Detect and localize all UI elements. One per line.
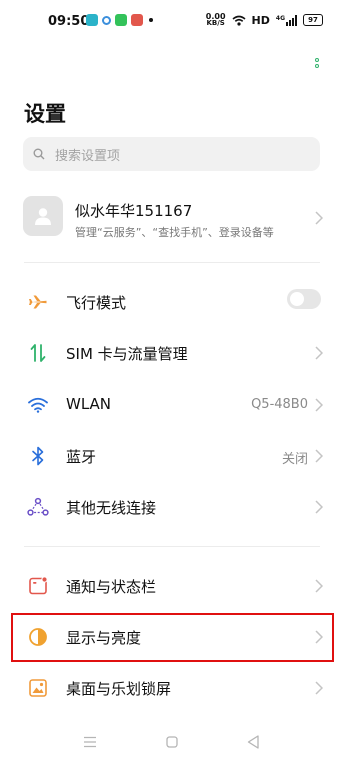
- notification-icon: [26, 574, 50, 598]
- chevron-right-icon: [315, 449, 323, 463]
- display-brightness-label: 显示与亮度: [66, 629, 142, 647]
- airplane-icon: [26, 290, 50, 314]
- search-icon: [33, 148, 53, 160]
- account-description: 管理“云服务”、“查找手机”、登录设备等: [75, 226, 274, 239]
- status-bar: 09:50 0.00 KB/S HD 4G 97: [0, 0, 343, 44]
- notifications-label: 通知与状态栏: [66, 578, 157, 596]
- more-options-button[interactable]: [312, 58, 322, 78]
- account-row[interactable]: 似水年华151167 管理“云服务”、“查找手机”、登录设备等: [0, 190, 343, 246]
- chevron-right-icon: [315, 500, 323, 514]
- chevron-right-icon: [315, 398, 323, 412]
- wallpaper-icon: [26, 676, 50, 700]
- setting-other-wireless[interactable]: 其他无线连接: [0, 482, 343, 532]
- search-placeholder: 搜索设置项: [55, 148, 121, 164]
- settings-screen: 09:50 0.00 KB/S HD 4G 97 设置 搜索设置项 似水年华15…: [0, 0, 343, 762]
- home-nav-button[interactable]: [162, 732, 182, 752]
- sim-card-label: SIM 卡与流量管理: [66, 345, 188, 363]
- alert-notification-icon: [131, 14, 143, 26]
- connection-icon: [26, 495, 50, 519]
- chevron-right-icon: [315, 579, 323, 593]
- sync-notification-icon: [102, 15, 111, 25]
- search-input[interactable]: 搜索设置项: [23, 137, 320, 171]
- setting-notifications[interactable]: 通知与状态栏: [0, 561, 343, 611]
- wifi-icon: [26, 393, 50, 417]
- page-title: 设置: [24, 102, 66, 126]
- bluetooth-icon: [26, 444, 50, 468]
- back-nav-button[interactable]: [243, 732, 263, 752]
- hd-indicator: HD: [251, 13, 270, 27]
- status-indicators: 0.00 KB/S HD 4G 97: [206, 13, 323, 27]
- menu-nav-button[interactable]: [80, 732, 100, 752]
- network-speed: 0.00 KB/S: [205, 12, 226, 27]
- app-notification-icon: [86, 14, 98, 26]
- signal-icon: 4G: [276, 14, 297, 26]
- airplane-mode-label: 飞行模式: [66, 294, 127, 312]
- message-notification-icon: [115, 14, 127, 26]
- divider: [24, 546, 320, 547]
- wlan-label: WLAN: [66, 395, 112, 413]
- divider: [24, 262, 320, 263]
- brightness-icon: [26, 625, 50, 649]
- setting-desktop-lockscreen[interactable]: 桌面与乐划锁屏: [0, 663, 343, 713]
- chevron-right-icon: [315, 630, 323, 644]
- desktop-lockscreen-label: 桌面与乐划锁屏: [66, 680, 172, 698]
- navigation-bar: [0, 722, 343, 762]
- setting-bluetooth[interactable]: 蓝牙 关闭: [0, 431, 343, 481]
- setting-sim-card[interactable]: SIM 卡与流量管理: [0, 328, 343, 378]
- notification-icons: [86, 14, 153, 26]
- account-name: 似水年华151167: [75, 202, 193, 220]
- setting-display-brightness[interactable]: 显示与亮度: [0, 612, 343, 662]
- bluetooth-label: 蓝牙: [66, 448, 97, 466]
- chevron-right-icon: [315, 681, 323, 695]
- status-time: 09:50: [48, 14, 90, 29]
- chevron-right-icon: [315, 346, 323, 360]
- battery-icon: 97: [303, 14, 323, 26]
- setting-wlan[interactable]: WLAN Q5-48B0: [0, 380, 343, 430]
- wifi-status-icon: [232, 15, 246, 26]
- setting-airplane-mode: 飞行模式: [0, 277, 343, 327]
- more-notifications-icon: [149, 18, 153, 22]
- chevron-right-icon: [315, 211, 323, 225]
- person-icon: [23, 196, 63, 236]
- airplane-mode-toggle[interactable]: [287, 289, 321, 309]
- wlan-network-name: Q5-48B0: [251, 397, 308, 412]
- other-wireless-label: 其他无线连接: [66, 499, 157, 517]
- sim-transfer-icon: [26, 341, 50, 365]
- bluetooth-status: 关闭: [281, 452, 308, 467]
